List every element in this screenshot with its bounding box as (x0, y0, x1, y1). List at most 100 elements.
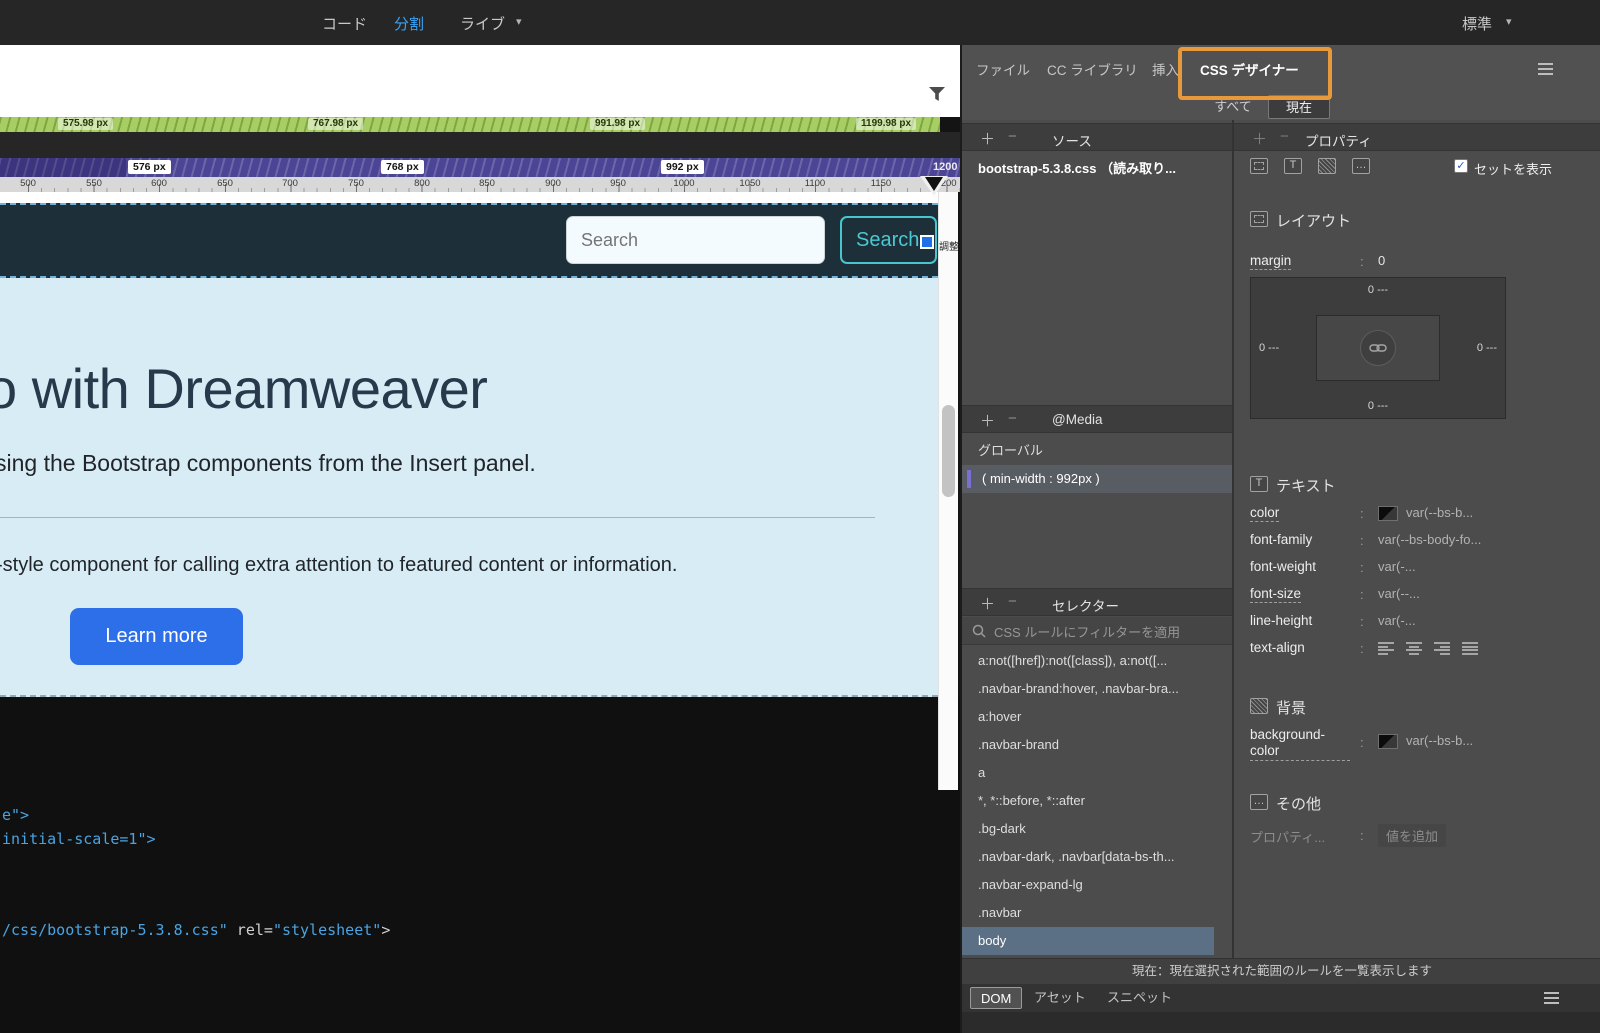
line-height-value[interactable]: var(-... (1378, 613, 1416, 628)
viewport-scrubber-handle[interactable] (920, 176, 950, 197)
background-color-value[interactable]: var(--bs-b... (1406, 733, 1473, 748)
show-set-checkbox[interactable]: ✓ (1454, 159, 1468, 173)
link-margins-toggle[interactable] (1360, 330, 1396, 366)
background-color-swatch[interactable] (1378, 734, 1398, 749)
text-align-right-icon[interactable] (1434, 642, 1450, 655)
media-query-bar-max-width[interactable]: 575.98 px 767.98 px 991.98 px 1199.98 px (0, 117, 940, 132)
media-item-global[interactable]: グローバル (962, 437, 1232, 465)
margin-label[interactable]: margin (1250, 253, 1292, 270)
font-size-value[interactable]: var(--... (1378, 586, 1420, 601)
add-property-placeholder[interactable]: プロパティ... (1250, 827, 1325, 846)
live-view-scrollbar[interactable] (938, 192, 958, 790)
jumbotron-section: o with Dreamweaver sing the Bootstrap co… (0, 278, 938, 697)
font-weight-label[interactable]: font-weight (1250, 559, 1316, 574)
line-height-label[interactable]: line-height (1250, 613, 1312, 628)
media-title: @Media (1052, 412, 1103, 427)
code-line: initial-scale=1"> (2, 830, 156, 848)
add-selector-button[interactable]: ＋ (980, 593, 995, 614)
remove-media-button[interactable]: − (1008, 410, 1017, 427)
live-navbar[interactable]: Search (0, 203, 938, 278)
text-align-justify-icon[interactable] (1462, 642, 1478, 655)
category-text-icon[interactable]: T (1284, 158, 1302, 174)
add-property-button[interactable]: ＋ (1252, 128, 1267, 149)
selector-item[interactable]: *, *::before, *::after (962, 787, 1214, 815)
panel-tab-files[interactable]: ファイル (976, 59, 1030, 79)
text-align-center-icon[interactable] (1406, 642, 1422, 655)
workspace-switcher[interactable]: 標準 (1462, 13, 1492, 34)
panel-tab-insert[interactable]: 挿入 (1152, 59, 1179, 79)
panel-tab-css-designer[interactable]: CSS デザイナー (1200, 59, 1299, 79)
add-source-button[interactable]: ＋ (980, 128, 995, 149)
scope-current-button[interactable]: 現在 (1268, 95, 1330, 119)
color-label[interactable]: color (1250, 505, 1280, 522)
learn-more-button[interactable]: Learn more (70, 608, 243, 665)
category-layout-icon[interactable] (1250, 158, 1268, 174)
category-background-icon[interactable] (1318, 158, 1336, 174)
media-query-bar-min-width[interactable]: 576 px 768 px 992 px 1200 (0, 158, 960, 177)
remove-source-button[interactable]: − (1008, 128, 1017, 145)
margin-value[interactable]: 0 (1378, 253, 1385, 268)
element-resize-handle[interactable] (920, 235, 934, 249)
font-family-value[interactable]: var(--bs-body-fo... (1378, 532, 1481, 547)
selector-filter-input[interactable] (992, 620, 1226, 644)
selector-item[interactable]: a (962, 759, 1214, 787)
view-tab-split[interactable]: 分割 (394, 13, 424, 34)
background-section-icon (1250, 698, 1268, 714)
text-align-left-icon[interactable] (1378, 642, 1394, 655)
source-item[interactable]: bootstrap-5.3.8.css （読み取り... (962, 155, 1232, 183)
selector-item[interactable]: a:hover (962, 703, 1214, 731)
selector-item[interactable]: .navbar-brand:hover, .navbar-bra... (962, 675, 1214, 703)
chain-link-icon (1369, 344, 1387, 352)
panel-group: ファイル CC ライブラリ 挿入 CSS デザイナー すべて 現在 ＋ − ソー… (960, 45, 1600, 1033)
scrollbar-thumb[interactable] (942, 405, 955, 497)
margin-right-value[interactable]: 0 --- (1477, 342, 1497, 354)
breakpoint-label: 576 px (128, 160, 171, 174)
color-value[interactable]: var(--bs-b... (1406, 505, 1473, 520)
bottom-tab-dom[interactable]: DOM (970, 987, 1023, 1009)
remove-property-button[interactable]: − (1280, 128, 1289, 145)
selector-item[interactable]: .navbar-dark, .navbar[data-bs-th... (962, 843, 1214, 871)
show-set-label: セットを表示 (1474, 162, 1553, 177)
margin-top-value[interactable]: 0 --- (1368, 284, 1388, 296)
colon: : (1360, 533, 1364, 548)
bottom-tab-snippets[interactable]: スニペット (1097, 987, 1182, 1009)
panel-menu-icon[interactable] (1538, 63, 1553, 75)
view-tab-code[interactable]: コード (322, 13, 367, 34)
media-query-filter-icon[interactable] (928, 86, 946, 108)
scope-all-button[interactable]: すべて (1202, 95, 1264, 119)
color-swatch[interactable] (1378, 506, 1398, 521)
bottom-panel-menu-icon[interactable] (1544, 992, 1559, 1004)
bottom-tab-assets[interactable]: アセット (1024, 987, 1096, 1009)
jumbotron-divider (0, 517, 875, 518)
margin-bottom-value[interactable]: 0 --- (1368, 400, 1388, 412)
workspace-dropdown-icon[interactable]: ▾ (1506, 15, 1512, 28)
margin-left-value[interactable]: 0 --- (1259, 342, 1279, 354)
text-align-label[interactable]: text-align (1250, 640, 1305, 655)
background-section-title: 背景 (1276, 700, 1307, 717)
selector-item[interactable]: .navbar-brand (962, 731, 1214, 759)
search-input[interactable] (566, 216, 825, 264)
selector-item[interactable]: .navbar-expand-lg (962, 871, 1214, 899)
selector-item[interactable]: .navbar (962, 899, 1214, 927)
background-color-label[interactable]: background-color (1250, 727, 1350, 761)
more-section-icon: … (1250, 794, 1268, 810)
code-view[interactable]: e"> initial-scale=1"> /css/bootstrap-5.3… (0, 697, 960, 1033)
category-more-icon[interactable]: … (1352, 158, 1370, 174)
font-weight-value[interactable]: var(-... (1378, 559, 1416, 574)
font-family-label[interactable]: font-family (1250, 532, 1312, 547)
selector-item[interactable]: .bg-dark (962, 815, 1214, 843)
panel-tab-cc-libraries[interactable]: CC ライブラリ (1047, 59, 1138, 79)
live-view-dropdown-icon[interactable]: ▾ (516, 15, 522, 28)
remove-selector-button[interactable]: − (1008, 593, 1017, 610)
colon: : (1360, 614, 1364, 629)
view-tab-live[interactable]: ライブ (460, 13, 505, 34)
selector-item[interactable]: a:not([href]):not([class]), a:not([... (962, 647, 1214, 675)
media-item-min-width-992[interactable]: ( min-width : 992px ) (962, 465, 1232, 493)
selector-item-body-selected[interactable]: body (962, 927, 1214, 955)
add-value-placeholder[interactable]: 値を追加 (1378, 824, 1447, 847)
search-button-label: Search (856, 228, 920, 251)
font-size-label[interactable]: font-size (1250, 586, 1302, 603)
breakpoint-label: 767.98 px (308, 118, 364, 130)
add-media-button[interactable]: ＋ (980, 410, 995, 431)
ruler-tick: 800 (414, 178, 430, 189)
